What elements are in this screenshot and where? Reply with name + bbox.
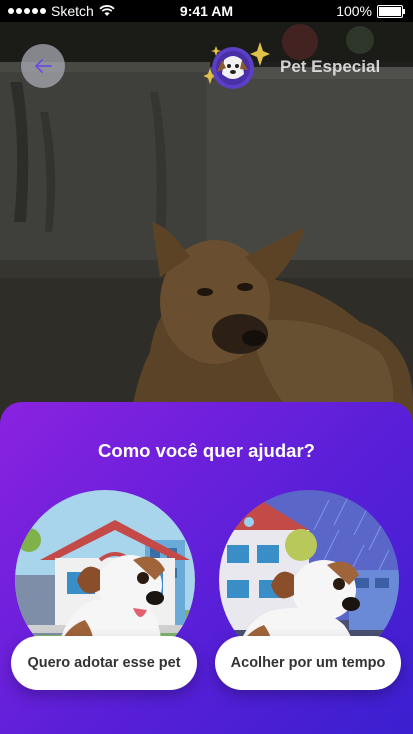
back-button[interactable] xyxy=(21,44,65,88)
battery-percent: 100% xyxy=(336,3,372,19)
phone-screen: Sketch 9:41 AM 100% Pet Especial Como vo… xyxy=(0,0,413,734)
status-bar: Sketch 9:41 AM 100% xyxy=(0,0,413,22)
foster-button[interactable]: Acolher por um tempo xyxy=(215,636,401,690)
adopt-button[interactable]: Quero adotar esse pet xyxy=(11,636,197,690)
arrow-left-icon xyxy=(35,59,52,73)
brand-name: Pet Especial xyxy=(280,57,381,76)
help-options-panel: Como você quer ajudar? Quero adotar esse… xyxy=(0,402,413,734)
battery-icon xyxy=(377,4,405,18)
app-logo: Pet Especial xyxy=(204,40,380,94)
dog-logo-icon xyxy=(204,42,270,89)
panel-title: Como você quer ajudar? xyxy=(98,440,315,461)
battery-info: 100% xyxy=(336,3,405,19)
